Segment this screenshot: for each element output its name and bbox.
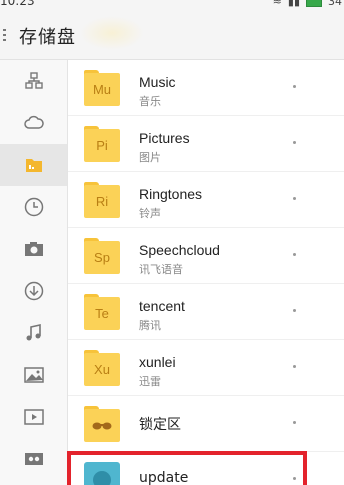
file-row-update[interactable]: update xyxy=(68,452,344,485)
folder-badge: Pi xyxy=(84,129,120,162)
drawer-handle-icon[interactable] xyxy=(3,29,6,43)
folder-icon: Pi xyxy=(84,126,120,162)
music-icon xyxy=(26,324,41,341)
file-name: update xyxy=(139,470,189,485)
sidebar-item-storage[interactable] xyxy=(0,144,67,186)
file-name: Ringtones xyxy=(139,186,203,202)
file-subtitle: 迅雷 xyxy=(139,375,161,388)
file-manager-screen: 10:23 ≈ ▮▮ 34 存储盘 Mu Music 音乐 Pi Picture… xyxy=(0,0,344,485)
file-subtitle: 讯飞语音 xyxy=(139,263,183,276)
battery-level: 34 xyxy=(328,0,342,8)
sidebar-item-recent[interactable] xyxy=(0,186,67,228)
folder-icon: Sp xyxy=(84,238,120,274)
file-subtitle: 腾讯 xyxy=(139,319,161,332)
category-sidebar xyxy=(0,60,68,485)
folder-icon: Te xyxy=(84,294,120,330)
battery-icon xyxy=(306,0,322,7)
more-dot-icon[interactable] xyxy=(293,197,296,200)
sidebar-item-vault[interactable] xyxy=(0,438,67,480)
file-row-music[interactable]: Mu Music 音乐 xyxy=(68,60,344,116)
more-dot-icon[interactable] xyxy=(293,477,296,480)
folder-icon xyxy=(84,406,120,442)
folder-badge: Mu xyxy=(84,73,120,106)
glasses-icon xyxy=(92,422,112,429)
title-glow xyxy=(80,16,144,50)
folder-icon: Mu xyxy=(84,70,120,106)
file-row-tencent[interactable]: Te tencent 腾讯 xyxy=(68,284,344,340)
title-bar: 存储盘 xyxy=(0,10,344,60)
file-row-ringtones[interactable]: Ri Ringtones 铃声 xyxy=(68,172,344,228)
sitemap-icon xyxy=(24,72,43,89)
status-time: 10:23 xyxy=(0,0,35,8)
file-name: Pictures xyxy=(139,130,190,146)
file-name: 锁定区 xyxy=(139,417,181,433)
file-name: xunlei xyxy=(139,354,176,370)
file-name: Music xyxy=(139,74,176,90)
more-dot-icon[interactable] xyxy=(293,253,296,256)
camera-icon xyxy=(24,242,43,256)
sidebar-item-downloads[interactable] xyxy=(0,270,67,312)
file-subtitle: 图片 xyxy=(139,151,161,164)
sidebar-item-cloud[interactable] xyxy=(0,102,67,144)
image-icon xyxy=(23,367,44,383)
file-subtitle: 铃声 xyxy=(139,207,161,220)
download-icon xyxy=(24,281,43,301)
file-subtitle: 音乐 xyxy=(139,95,161,108)
status-bar: 10:23 ≈ ▮▮ 34 xyxy=(0,0,344,10)
sidebar-item-music[interactable] xyxy=(0,312,67,354)
more-dot-icon[interactable] xyxy=(293,365,296,368)
more-dot-icon[interactable] xyxy=(293,309,296,312)
file-name: Speechcloud xyxy=(139,242,220,258)
sidebar-item-videos[interactable] xyxy=(0,396,67,438)
update-icon xyxy=(84,462,120,485)
folder-icon: Ri xyxy=(84,182,120,218)
sidebar-item-images[interactable] xyxy=(0,354,67,396)
storage-icon xyxy=(25,159,42,172)
more-dot-icon[interactable] xyxy=(293,85,296,88)
folder-badge: Ri xyxy=(84,185,120,218)
file-list: Mu Music 音乐 Pi Pictures 图片 Ri Ringtones … xyxy=(68,60,344,485)
file-name: tencent xyxy=(139,298,185,314)
more-dot-icon[interactable] xyxy=(293,421,296,424)
file-row-locked-area[interactable]: 锁定区 xyxy=(68,396,344,452)
clock-icon xyxy=(24,197,43,217)
wifi-icon: ≈ xyxy=(272,0,282,8)
file-row-speechcloud[interactable]: Sp Speechcloud 讯飞语音 xyxy=(68,228,344,284)
sidebar-item-network[interactable] xyxy=(0,60,67,102)
more-dot-icon[interactable] xyxy=(293,141,296,144)
folder-badge: Xu xyxy=(84,353,120,386)
sidebar-item-camera[interactable] xyxy=(0,228,67,270)
file-row-pictures[interactable]: Pi Pictures 图片 xyxy=(68,116,344,172)
folder-icon: Xu xyxy=(84,350,120,386)
folder-badge: Sp xyxy=(84,241,120,274)
vault-icon xyxy=(24,453,43,465)
page-title: 存储盘 xyxy=(19,27,76,48)
file-row-xunlei[interactable]: Xu xunlei 迅雷 xyxy=(68,340,344,396)
video-icon xyxy=(23,409,44,425)
folder-badge: Te xyxy=(84,297,120,330)
status-icons: ≈ ▮▮ 34 xyxy=(273,0,342,8)
cloud-icon xyxy=(23,115,44,129)
signal-icon: ▮▮ xyxy=(287,0,300,8)
